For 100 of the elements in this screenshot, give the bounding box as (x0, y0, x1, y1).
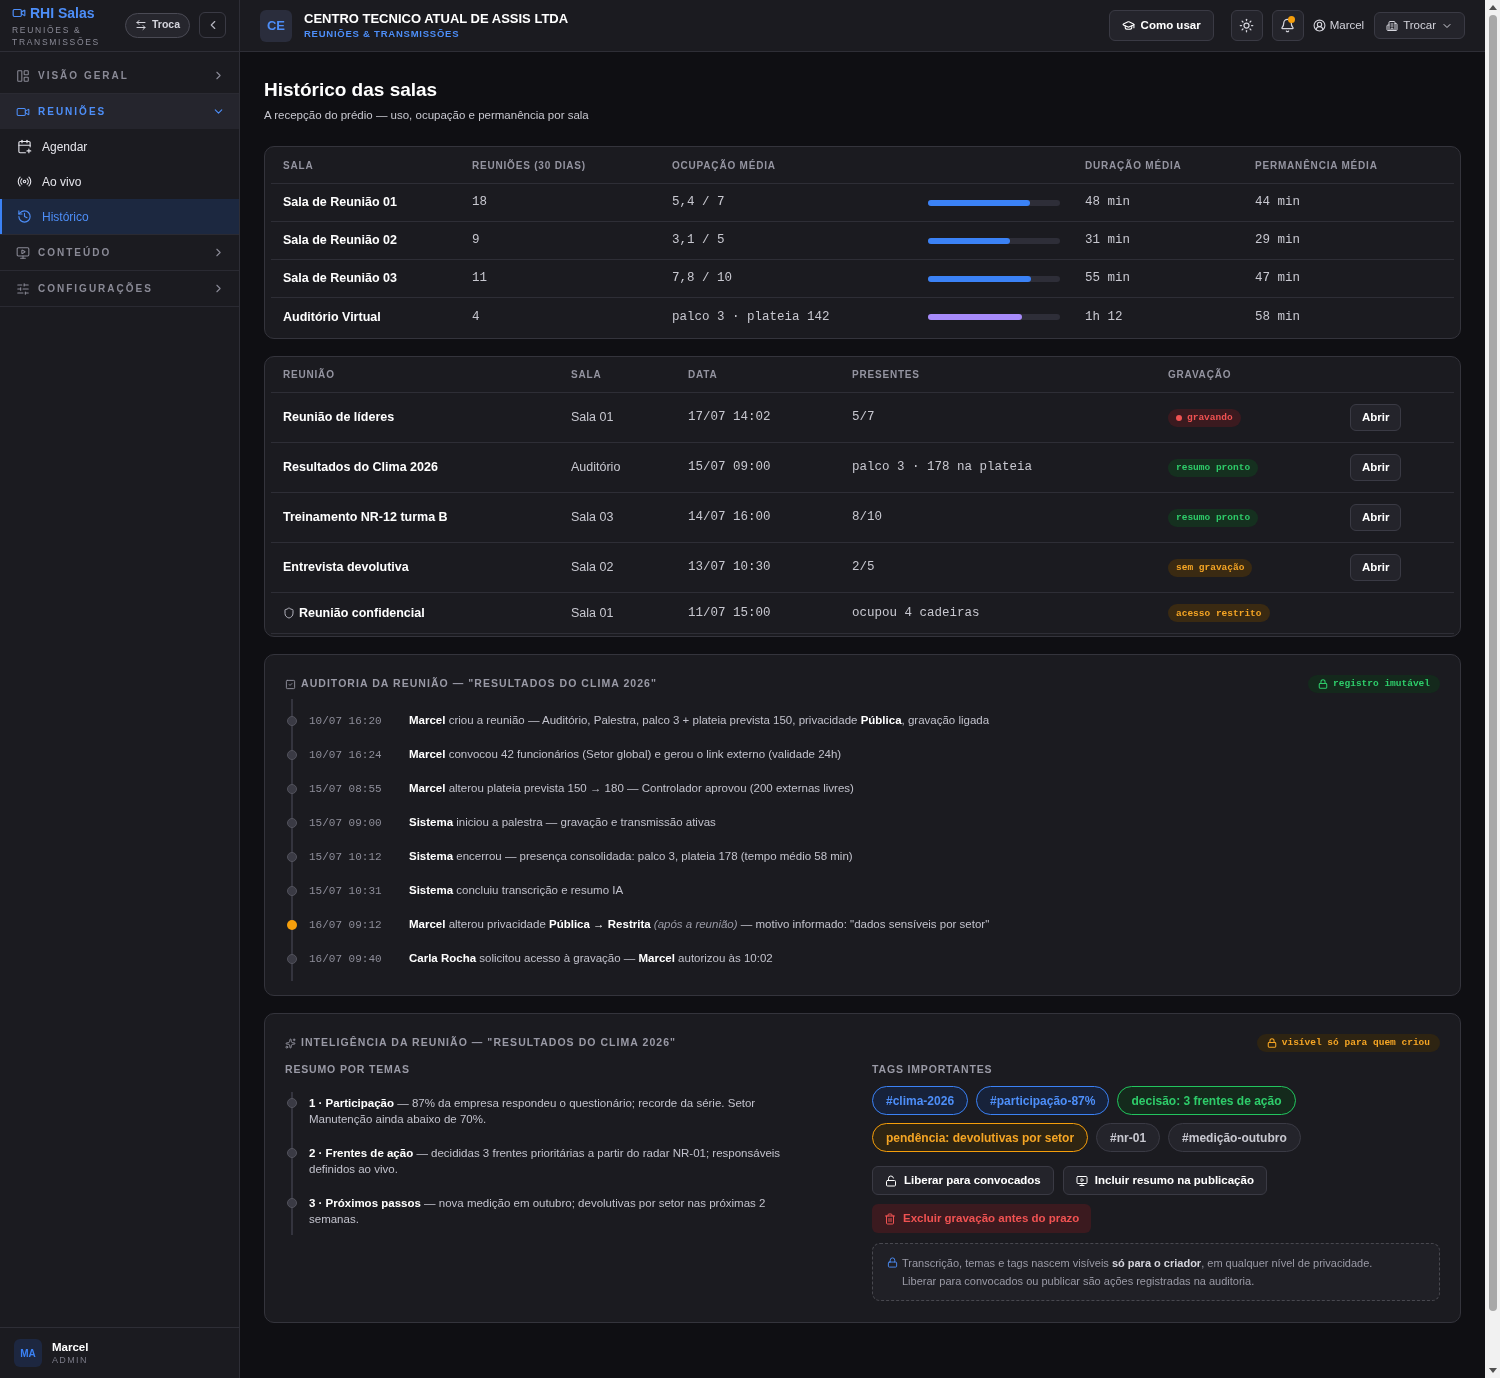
broadcast-icon (17, 174, 32, 189)
tag: decisão: 3 frentes de ação (1117, 1086, 1296, 1115)
event-description: Sistema iniciou a palestra — gravação e transmissão ativas (409, 815, 716, 831)
event-time: 10/07 16:20 (309, 713, 383, 729)
scroll-up-arrow-icon[interactable] (1488, 5, 1497, 10)
status-label: resumo pronto (1176, 511, 1251, 525)
meeting-title: Resultados do Clima 2026 (283, 459, 438, 476)
meeting-room: Sala 01 (570, 604, 615, 622)
meeting-title: Treinamento NR-12 turma B (283, 509, 448, 526)
meeting-count: 4 (471, 308, 481, 326)
column-header: REUNIÃO (282, 367, 336, 382)
column-header: DATA (687, 368, 719, 382)
tag: #medição-outubro (1168, 1123, 1301, 1152)
action-button[interactable]: Liberar para convocados (872, 1166, 1054, 1195)
column-header: DURAÇÃO MÉDIA (1084, 158, 1183, 173)
column-header: PERMANÊNCIA MÉDIA (1254, 158, 1379, 173)
event-time: 15/07 09:00 (309, 815, 383, 831)
nav-item[interactable]: Agendar (0, 129, 239, 164)
user-menu-button[interactable]: Marcel (1312, 16, 1365, 35)
scrollbar-thumb[interactable] (1488, 15, 1497, 1311)
user-avatar: MA (14, 1339, 42, 1367)
average-duration: 55 min (1084, 270, 1131, 288)
nav-section[interactable]: CONFIGURAÇÕES (0, 271, 239, 306)
switch-button[interactable]: Troca (125, 12, 190, 38)
occupancy-value: 5,4 / 7 (671, 194, 726, 212)
open-button[interactable]: Abrir (1350, 404, 1402, 431)
theme-toggle-button[interactable] (1230, 10, 1263, 41)
nav-item[interactable]: Ao vivo (0, 164, 239, 199)
nav-section[interactable]: CONTEÚDO (0, 235, 239, 270)
open-button[interactable]: Abrir (1350, 454, 1402, 481)
meeting-count: 18 (471, 194, 488, 212)
panel-title: AUDITORIA DA REUNIÃO — "RESULTADOS DO CLIMA 2026" (301, 676, 657, 692)
average-duration: 1h 12 (1084, 308, 1124, 326)
delete-recording-button[interactable]: Excluir gravação antes do prazo (872, 1204, 1092, 1233)
panel-title: INTELIGÊNCIA DA REUNIÃO — "RESULTADOS DO CLIMA 2026" (301, 1035, 677, 1051)
average-stay: 58 min (1254, 308, 1301, 326)
topic-summary: 3 · Próximos passos — nova medição em outubro; devolutivas por setor nas próximas 2 semanas. (309, 1196, 767, 1227)
topic-summary: 2 · Frentes de ação — decididas 3 frentes prioritárias a partir do radar NR-01; responsáveis definidos ao vivo. (309, 1146, 782, 1177)
room-name: Auditório Virtual (282, 308, 382, 326)
lock-icon (1266, 1038, 1277, 1048)
org-name: CENTRO TECNICO ATUAL DE ASSIS LTDA (304, 11, 569, 27)
section-label: TAGS IMPORTANTES (872, 1063, 994, 1076)
column-header: SALA (282, 158, 315, 173)
video-camera-icon (12, 6, 26, 20)
attendees: 2/5 (851, 559, 876, 576)
event-description: Marcel convocou 42 funcionários (Setor global) e gerou o link externo (validade 24h) (409, 747, 842, 763)
play-screen-icon (16, 245, 30, 260)
column-header: PRESENTES (851, 368, 921, 382)
tag: #clima-2026 (872, 1086, 969, 1115)
notifications-button[interactable] (1271, 10, 1304, 41)
meeting-room: Sala 02 (570, 559, 615, 576)
lock-icon (887, 1257, 898, 1268)
layout-panels-icon (16, 68, 30, 83)
graduation-cap-icon (1121, 19, 1135, 32)
open-button[interactable]: Abrir (1350, 504, 1402, 531)
room-name: Sala de Reunião 01 (282, 194, 398, 212)
page-subtitle: A recepção do prédio — uso, ocupação e permanência por sala (264, 108, 590, 123)
status-label: acesso restrito (1176, 606, 1262, 621)
column-header: GRAVAÇÃO (1167, 367, 1233, 382)
user-role: ADMIN (52, 1353, 89, 1367)
room-name: Sala de Reunião 03 (282, 270, 398, 288)
user-circle-icon (1312, 19, 1326, 32)
attendees: ocupou 4 cadeiras (851, 604, 981, 622)
note-text: Liberar para convocados ou publicar são ações registradas na auditoria. (902, 1274, 1256, 1289)
event-description: Carla Rocha solicitou acesso à gravação — Marcel autorizou às 10:02 (409, 951, 773, 967)
average-stay: 44 min (1254, 194, 1301, 212)
attendees: 5/7 (851, 409, 876, 426)
calendar-plus-icon (17, 139, 32, 154)
user-name: Marcel (52, 1339, 89, 1354)
action-button[interactable]: Incluir resumo na publicação (1062, 1166, 1267, 1195)
play-screen-icon (1075, 1174, 1088, 1187)
org-subtitle: REUNIÕES & TRANSMISSÕES (304, 27, 461, 40)
open-button[interactable]: Abrir (1350, 554, 1402, 581)
nav-item[interactable]: Histórico (0, 199, 239, 234)
switch-organization-button[interactable]: Trocar (1374, 12, 1465, 39)
brand-name: RHI Salas (30, 4, 95, 22)
event-description: Marcel criou a reunião — Auditório, Palestra, palco 3 + plateia prevista 150, privacidade Pública, gravação ligada (409, 713, 990, 729)
nav-section[interactable]: VISÃO GERAL (0, 58, 239, 93)
status-label: gravando (1187, 411, 1233, 425)
meeting-date: 15/07 09:00 (687, 459, 772, 476)
meeting-date: 13/07 10:30 (687, 559, 772, 576)
status-label: resumo pronto (1176, 461, 1251, 475)
room-name: Sala de Reunião 02 (282, 232, 398, 250)
clock-icon (17, 209, 32, 224)
scrollbar[interactable] (1485, 0, 1500, 1378)
section-label: RESUMO POR TEMAS (285, 1063, 411, 1076)
meeting-title: Reunião confidencial (299, 604, 425, 622)
column-header: SALA (570, 368, 603, 382)
nav-section[interactable]: REUNIÕES (0, 94, 239, 129)
meeting-title: Entrevista devolutiva (283, 559, 409, 576)
event-description: Marcel alterou privacidade Pública → Restrita (após a reunião) — motivo informado: "dados sensíveis por setor" (409, 917, 990, 933)
occupancy-value: 3,1 / 5 (671, 232, 726, 250)
event-time: 16/07 09:12 (309, 917, 383, 933)
meeting-count: 9 (471, 232, 481, 250)
event-time: 10/07 16:24 (309, 747, 383, 763)
event-description: Sistema concluiu transcrição e resumo IA (409, 883, 624, 899)
scroll-down-arrow-icon[interactable] (1488, 1368, 1497, 1373)
meeting-room: Auditório (570, 459, 622, 476)
meeting-title: Reunião de líderes (283, 409, 395, 426)
help-button[interactable]: Como usar (1108, 10, 1214, 41)
